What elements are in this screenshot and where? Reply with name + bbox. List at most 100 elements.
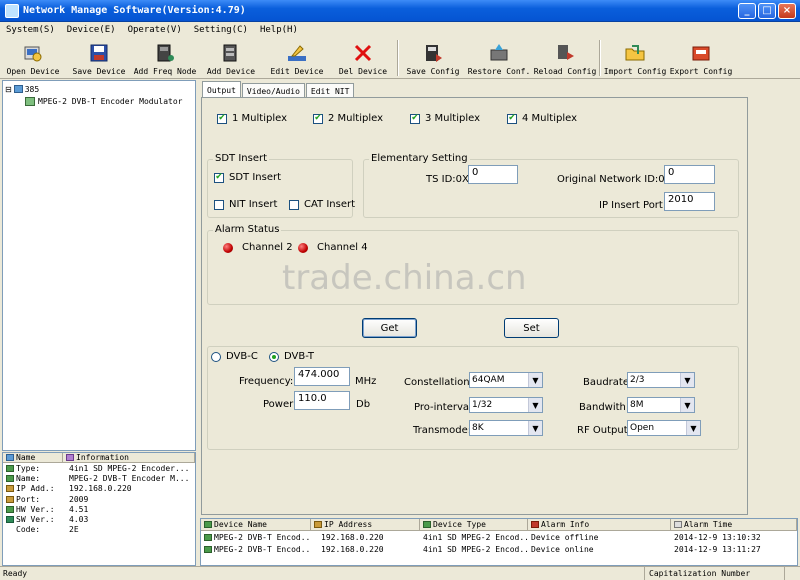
transmode-select[interactable]: 8K ▼	[469, 420, 543, 436]
baudrate-value: 2/3	[630, 375, 645, 385]
reload-config-icon	[553, 41, 577, 65]
constellation-select[interactable]: 64QAM ▼	[469, 372, 543, 388]
minimize-button[interactable]: _	[738, 2, 756, 19]
checkbox-box[interactable]: ✔	[214, 172, 224, 183]
menu-operate[interactable]: Operate(V)	[122, 25, 188, 35]
chevron-down-icon[interactable]: ▼	[528, 421, 542, 435]
network-icon	[13, 85, 23, 93]
checkbox-box[interactable]: ✔	[217, 113, 227, 124]
rf-output-select[interactable]: Open ▼	[627, 420, 701, 436]
chevron-down-icon[interactable]: ▼	[680, 398, 694, 412]
delete-icon	[351, 41, 375, 65]
alarm-indicator-icon	[223, 242, 233, 253]
multiplex-3-label: 3 Multiplex	[425, 113, 481, 124]
tab-video-audio[interactable]: Video/Audio	[241, 83, 305, 98]
power-input[interactable]: 110.0	[294, 391, 350, 410]
radio-circle[interactable]	[211, 351, 221, 362]
close-button[interactable]: ×	[778, 2, 796, 19]
frequency-label: Frequency:	[239, 376, 294, 387]
info-value: 2E	[69, 525, 79, 535]
original-network-id-input[interactable]: 0	[664, 165, 715, 184]
dvb-t-radio[interactable]: DVB-T	[269, 351, 318, 362]
checkbox-box[interactable]: ✔	[410, 113, 420, 124]
chevron-down-icon[interactable]: ▼	[686, 421, 700, 435]
maximize-button[interactable]: □	[758, 2, 776, 19]
status-capitalization: Capitalization Number	[644, 567, 784, 580]
bandwidth-select[interactable]: 8M ▼	[627, 397, 695, 413]
log-alarm-info: Device offline	[531, 532, 599, 542]
name-icon	[6, 454, 14, 461]
open-device-button[interactable]: Open Device	[0, 37, 66, 79]
menu-setting[interactable]: Setting(C)	[188, 25, 254, 35]
export-config-button[interactable]: Export Config	[668, 37, 734, 79]
col-alarm-time[interactable]: Alarm Time	[671, 519, 797, 530]
add-device-button[interactable]: Add Device	[198, 37, 264, 79]
multiplex-2-checkbox[interactable]: ✔ 2 Multiplex	[313, 113, 383, 124]
menu-system[interactable]: System(S)	[0, 25, 61, 35]
toolbar-separator	[397, 40, 399, 76]
checkbox-box[interactable]	[214, 199, 224, 210]
ts-id-input[interactable]: 0	[468, 165, 518, 184]
tab-edit-nit[interactable]: Edit NIT	[305, 83, 355, 98]
log-device-name: MPEG-2 DVB-T Encod...	[214, 532, 311, 542]
multiplex-3-checkbox[interactable]: ✔ 3 Multiplex	[410, 113, 480, 124]
chevron-down-icon[interactable]: ▼	[528, 373, 542, 387]
checkbox-box[interactable]: ✔	[313, 113, 323, 124]
reload-config-button[interactable]: Reload Config	[532, 37, 598, 79]
del-device-button[interactable]: Del Device	[330, 37, 396, 79]
tree-root[interactable]: ⊟ 385	[5, 83, 193, 95]
elementary-setting-group: Elementary Setting TS ID:0X 0 Original N…	[363, 153, 739, 218]
chevron-down-icon[interactable]: ▼	[680, 373, 694, 387]
tree-device-node[interactable]: MPEG-2 DVB-T Encoder Modulator	[5, 95, 193, 107]
reload-config-label: Reload Config	[533, 67, 597, 76]
ip-icon	[6, 485, 14, 493]
save-config-button[interactable]: Save Config	[400, 37, 466, 79]
menu-device[interactable]: Device(E)	[61, 25, 122, 35]
frequency-input[interactable]: 474.000	[294, 367, 350, 386]
pro-interval-select[interactable]: 1/32 ▼	[469, 397, 543, 413]
checkbox-box[interactable]: ✔	[507, 113, 517, 124]
col-ip-address[interactable]: IP Address	[311, 519, 420, 530]
import-config-button[interactable]: Import Config	[602, 37, 668, 79]
tree-expander[interactable]: ⊟	[5, 85, 12, 94]
save-device-button[interactable]: Save Device	[66, 37, 132, 79]
col-device-type[interactable]: Device Type	[420, 519, 528, 530]
info-key: Type:	[16, 463, 41, 473]
chevron-down-icon[interactable]: ▼	[528, 398, 542, 412]
menu-help[interactable]: Help(H)	[254, 25, 304, 35]
table-row[interactable]: MPEG-2 DVB-T Encod... 192.168.0.220 4in1…	[201, 531, 797, 543]
info-header-name[interactable]: Name	[3, 453, 63, 462]
cat-insert-checkbox[interactable]: CAT Insert	[289, 199, 355, 210]
get-button[interactable]: Get	[362, 318, 417, 338]
open-device-label: Open Device	[6, 67, 60, 76]
nit-insert-checkbox[interactable]: NIT Insert	[214, 199, 277, 210]
info-header-information[interactable]: Information	[63, 453, 195, 462]
col-alarm-info-label: Alarm Info	[541, 520, 590, 529]
frequency-unit: MHz	[355, 376, 377, 387]
multiplex-4-label: 4 Multiplex	[522, 113, 578, 124]
col-device-name[interactable]: Device Name	[201, 519, 311, 530]
sdt-insert-checkbox[interactable]: ✔ SDT Insert	[214, 172, 281, 183]
device-name-icon	[204, 521, 212, 528]
baudrate-select[interactable]: 2/3 ▼	[627, 372, 695, 388]
table-row[interactable]: MPEG-2 DVB-T Encod... 192.168.0.220 4in1…	[201, 543, 797, 555]
add-freq-node-button[interactable]: Add Freq Node	[132, 37, 198, 79]
alarm-channel-2: Channel 2	[223, 242, 293, 253]
baudrate-label: Baudrate	[583, 377, 629, 388]
multiplex-4-checkbox[interactable]: ✔ 4 Multiplex	[507, 113, 577, 124]
pro-interval-value: 1/32	[472, 400, 493, 410]
tab-output[interactable]: Output	[202, 81, 241, 98]
col-alarm-info[interactable]: Alarm Info	[528, 519, 671, 530]
restore-config-button[interactable]: Restore Conf.	[466, 37, 532, 79]
log-ip: 192.168.0.220	[321, 532, 384, 542]
radio-circle[interactable]	[269, 351, 279, 362]
set-button[interactable]: Set	[504, 318, 559, 338]
edit-device-button[interactable]: Edit Device	[264, 37, 330, 79]
checkbox-box[interactable]	[289, 199, 299, 210]
menu-bar: System(S) Device(E) Operate(V) Setting(C…	[0, 22, 800, 37]
dvb-c-radio[interactable]: DVB-C	[211, 351, 261, 362]
multiplex-1-checkbox[interactable]: ✔ 1 Multiplex	[217, 113, 287, 124]
device-icon	[25, 96, 35, 106]
status-grip[interactable]	[784, 567, 800, 580]
ip-insert-port-input[interactable]: 2010	[664, 192, 715, 211]
